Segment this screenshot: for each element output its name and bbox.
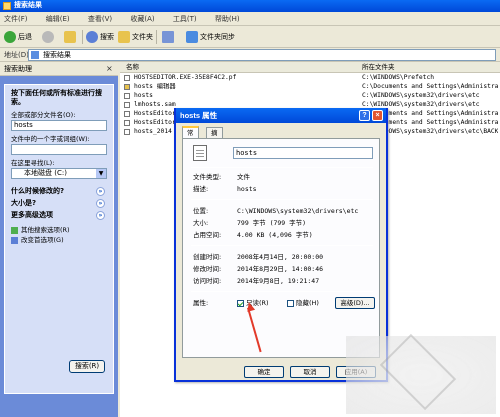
- toolbar: 后退 搜索 文件夹 文件夹同步: [0, 26, 500, 48]
- arrow-right-icon: [11, 226, 18, 234]
- menu-edit[interactable]: 编辑(E): [46, 12, 70, 26]
- phrase-input[interactable]: [11, 144, 107, 155]
- expand-chevron-icon[interactable]: »: [96, 187, 105, 196]
- divider: [191, 167, 373, 168]
- search-companion-pane: 搜索助理 × 按下面任何或所有标准进行搜索。 全部或部分文件名(O): host…: [0, 62, 118, 417]
- views-button[interactable]: [162, 30, 176, 44]
- file-icon: [124, 129, 130, 135]
- advanced-button[interactable]: 高级(D)...: [335, 297, 375, 309]
- column-folder[interactable]: 所在文件夹: [362, 62, 395, 73]
- table-row[interactable]: hosts C:\WINDOWS\system32\drivers\etc: [122, 92, 498, 100]
- folder-search-icon: [3, 2, 11, 10]
- table-row[interactable]: hosts 编辑器 C:\Documents and Settings\Admi…: [122, 83, 498, 91]
- lookin-label: 在这里寻找(L):: [11, 159, 55, 167]
- table-row[interactable]: HOSTSEDITOR.EXE-35E8F4C2.pf C:\WINDOWS\P…: [122, 74, 498, 82]
- pane-header: 搜索助理 ×: [0, 62, 118, 76]
- close-icon[interactable]: ×: [372, 110, 383, 121]
- help-icon[interactable]: ?: [359, 110, 370, 121]
- preferences-icon: [11, 236, 18, 244]
- when-modified-expander[interactable]: 什么时候修改的? »: [11, 185, 107, 197]
- shortcut-icon: [124, 84, 130, 90]
- expand-chevron-icon[interactable]: »: [96, 199, 105, 208]
- folders-button[interactable]: 文件夹: [118, 30, 153, 44]
- more-options-expander[interactable]: 更多高级选项 »: [11, 209, 107, 221]
- general-tab-panel: hosts 文件类型: 文件 描述: hosts 位置: C:\WINDOWS\…: [182, 138, 380, 358]
- sync-icon: [186, 31, 198, 43]
- window-title: 搜索结果: [14, 2, 42, 9]
- search-panel: 按下面任何或所有标准进行搜索。 全部或部分文件名(O): hosts 文件中的一…: [4, 84, 114, 394]
- divider: [191, 245, 373, 246]
- file-icon: [124, 111, 130, 117]
- dialog-titlebar[interactable]: hosts 属性 ? ×: [176, 108, 386, 123]
- toolbar-divider: [82, 30, 83, 44]
- column-headers: 名称 所在文件夹: [120, 62, 500, 73]
- search-submit-button[interactable]: 搜索(R): [69, 360, 105, 373]
- file-icon: [193, 145, 207, 161]
- chevron-down-icon[interactable]: ▼: [96, 169, 106, 178]
- forward-arrow-icon: [42, 31, 54, 43]
- filename-field[interactable]: hosts: [233, 147, 373, 159]
- size-expander[interactable]: 大小是? »: [11, 197, 107, 209]
- file-icon: [124, 93, 130, 99]
- search-button[interactable]: 搜索: [86, 30, 114, 44]
- ok-button[interactable]: 确定: [244, 366, 284, 378]
- menu-favorites[interactable]: 收藏(A): [130, 12, 154, 26]
- file-icon: [124, 75, 130, 81]
- menu-view[interactable]: 查看(V): [88, 12, 112, 26]
- change-prefs-link[interactable]: 改变首选项(G): [11, 235, 107, 245]
- filename-label: 全部或部分文件名(O):: [11, 111, 76, 119]
- search-intro: 按下面任何或所有标准进行搜索。: [11, 89, 102, 106]
- folder-sync-button[interactable]: 文件夹同步: [186, 30, 235, 44]
- menu-file[interactable]: 文件(F): [4, 12, 28, 26]
- checkbox-icon[interactable]: [287, 299, 294, 307]
- watermark: [346, 336, 496, 414]
- folders-icon: [118, 31, 130, 43]
- lookin-select[interactable]: 本地磁盘 (C:) ▼: [11, 168, 107, 179]
- other-options-link[interactable]: 其他搜索选项(R): [11, 225, 107, 235]
- cancel-button[interactable]: 取消: [290, 366, 330, 378]
- file-icon: [124, 120, 130, 126]
- tab-general[interactable]: 常规: [182, 126, 199, 147]
- up-folder-button[interactable]: [64, 30, 78, 44]
- menu-tools[interactable]: 工具(T): [173, 12, 197, 26]
- address-field[interactable]: 搜索结果: [28, 49, 496, 61]
- column-name[interactable]: 名称: [126, 62, 139, 73]
- forward-button[interactable]: [42, 30, 56, 44]
- address-value: 搜索结果: [43, 51, 71, 59]
- window-titlebar: 搜索结果: [0, 0, 500, 12]
- dialog-title: hosts 属性: [180, 111, 218, 120]
- address-bar: 地址(D) 搜索结果: [0, 48, 500, 62]
- back-arrow-icon: [4, 31, 16, 43]
- phrase-label: 文件中的一个字或词组(W):: [11, 135, 90, 143]
- filename-input[interactable]: hosts: [11, 120, 107, 131]
- divider: [191, 291, 373, 292]
- toolbar-divider: [156, 30, 157, 44]
- file-icon: [124, 102, 130, 108]
- close-icon[interactable]: ×: [106, 65, 114, 73]
- search-icon: [86, 31, 98, 43]
- checkbox-checked-icon[interactable]: [237, 299, 244, 307]
- expand-chevron-icon[interactable]: »: [96, 211, 105, 220]
- divider: [191, 199, 373, 200]
- search-results-icon: [31, 51, 39, 59]
- hidden-checkbox[interactable]: 隐藏(H): [287, 299, 319, 308]
- tab-summary[interactable]: 摘要: [206, 127, 223, 147]
- back-button[interactable]: 后退: [4, 30, 32, 44]
- menu-bar: 文件(F) 编辑(E) 查看(V) 收藏(A) 工具(T) 帮助(H): [0, 12, 500, 26]
- menu-help[interactable]: 帮助(H): [215, 12, 240, 26]
- views-icon: [162, 31, 174, 43]
- up-folder-icon: [64, 31, 76, 43]
- address-label: 地址(D): [4, 51, 29, 59]
